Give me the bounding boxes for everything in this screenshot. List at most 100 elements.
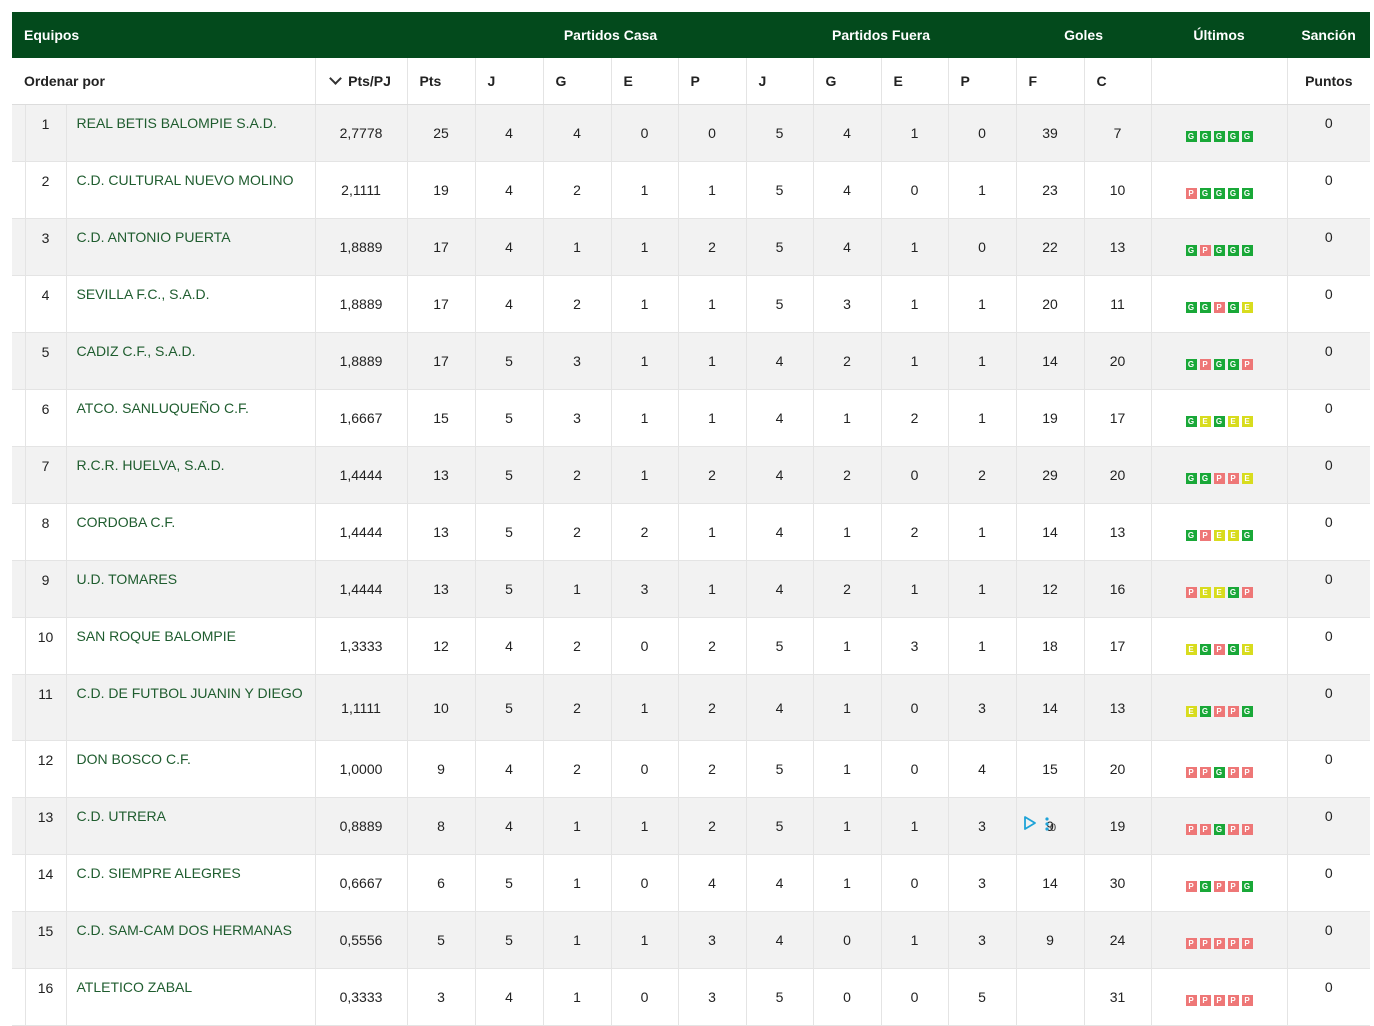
cell-fuera-j: 4: [745, 911, 814, 969]
result-badge: P: [1213, 995, 1225, 1006]
team-link[interactable]: C.D. CULTURAL NUEVO MOLINO: [77, 172, 294, 188]
result-badge: G: [1199, 644, 1211, 655]
table-row: 9 U.D. TOMARES 1,4444 13 5 1 3 1 4 2 1 1 12 16 P E E G P 0: [12, 560, 1371, 618]
team-link[interactable]: R.C.R. HUELVA, S.A.D.: [77, 457, 225, 473]
cell-fuera-p: 1: [947, 503, 1017, 561]
result-badge: G: [1199, 473, 1211, 484]
cell-ultimos: GGPGE: [1150, 275, 1288, 333]
cell-casa-j: 4: [474, 617, 544, 675]
row-marker: [12, 740, 25, 798]
cell-fuera-p: 3: [947, 674, 1017, 741]
row-marker: [12, 332, 25, 390]
cell-pts-pj: 0,8889: [314, 797, 408, 855]
col-fuera-p[interactable]: P: [947, 58, 1017, 105]
cell-goles-c: 20: [1083, 446, 1152, 504]
standings-table: Equipos Partidos Casa Partidos Fuera Gol…: [12, 12, 1371, 1026]
last-results: PEEGP: [1185, 587, 1253, 598]
header-ultimos: Últimos: [1151, 12, 1288, 58]
cell-casa-g: 2: [542, 674, 612, 741]
col-fuera-e[interactable]: E: [880, 58, 949, 105]
ad-choices-icon[interactable]: 0: [1022, 814, 1058, 836]
cell-casa-p: 2: [677, 446, 747, 504]
result-badge: P: [1213, 302, 1225, 313]
team-link[interactable]: C.D. SIEMPRE ALEGRES: [77, 865, 241, 881]
cell-goles-c: 13: [1083, 674, 1152, 741]
table-row: 8 CORDOBA C.F. 1,4444 13 5 2 2 1 4 1 2 1 14 13 G P E E G 0: [12, 503, 1371, 561]
col-fuera-g[interactable]: G: [812, 58, 882, 105]
col-goles-c[interactable]: C: [1083, 58, 1152, 105]
cell-goles-c: 24: [1083, 911, 1152, 969]
team-link[interactable]: DON BOSCO C.F.: [77, 751, 191, 767]
cell-pts-pj: 2,7778: [314, 104, 408, 162]
cell-pts: 19: [406, 161, 476, 219]
cell-ultimos: PGGGG: [1150, 161, 1288, 219]
cell-casa-j: 4: [474, 740, 544, 798]
standings-table-container: Equipos Partidos Casa Partidos Fuera Gol…: [12, 12, 1371, 1026]
cell-casa-p: 2: [677, 218, 747, 276]
cell-sancion: 0: [1286, 560, 1371, 618]
cell-fuera-e: 0: [880, 674, 949, 741]
team-link[interactable]: SAN ROQUE BALOMPIE: [77, 628, 236, 644]
team-link[interactable]: REAL BETIS BALOMPIE S.A.D.: [77, 115, 277, 131]
col-casa-g[interactable]: G: [542, 58, 612, 105]
result-badge: G: [1199, 188, 1211, 199]
result-badge: G: [1241, 188, 1253, 199]
cell-fuera-g: 1: [812, 503, 882, 561]
cell-fuera-e: 1: [880, 560, 949, 618]
col-casa-e[interactable]: E: [610, 58, 679, 105]
cell-goles-f: 23: [1015, 161, 1085, 219]
cell-casa-g: 2: [542, 617, 612, 675]
table-row: 13 C.D. UTRERA 0,8889 8 4 1 1 2 5 1 1 3 9 19 P P G P P 0: [12, 797, 1371, 855]
team-link[interactable]: C.D. DE FUTBOL JUANIN Y DIEGO: [77, 685, 303, 701]
team-link[interactable]: C.D. SAM-CAM DOS HERMANAS: [77, 922, 292, 938]
cell-sancion: 0: [1286, 617, 1371, 675]
col-goles-f[interactable]: F: [1015, 58, 1085, 105]
result-badge: G: [1227, 131, 1239, 142]
row-marker: [12, 104, 25, 162]
cell-casa-g: 2: [542, 161, 612, 219]
cell-fuera-j: 5: [745, 161, 814, 219]
cell-fuera-g: 2: [812, 446, 882, 504]
result-badge: E: [1199, 587, 1211, 598]
team-link[interactable]: CADIZ C.F., S.A.D.: [77, 343, 196, 359]
cell-goles-c: 20: [1083, 740, 1152, 798]
result-badge: G: [1185, 359, 1197, 370]
col-fuera-j[interactable]: J: [745, 58, 814, 105]
cell-pts: 13: [406, 446, 476, 504]
sort-pts-pj-button[interactable]: Pts/PJ: [314, 58, 408, 105]
team-link[interactable]: SEVILLA F.C., S.A.D.: [77, 286, 210, 302]
cell-position: 8: [24, 503, 66, 561]
result-badge: P: [1241, 587, 1253, 598]
col-casa-j[interactable]: J: [474, 58, 544, 105]
team-link[interactable]: ATLETICO ZABAL: [77, 979, 193, 995]
cell-team: SAN ROQUE BALOMPIE: [65, 617, 316, 675]
team-link[interactable]: U.D. TOMARES: [77, 571, 178, 587]
cell-fuera-g: 4: [812, 104, 882, 162]
cell-fuera-p: 1: [947, 332, 1017, 390]
cell-casa-e: 3: [610, 560, 679, 618]
col-puntos[interactable]: Puntos: [1286, 58, 1371, 105]
result-badge: G: [1199, 131, 1211, 142]
cell-fuera-e: 1: [880, 332, 949, 390]
cell-goles-c: 20: [1083, 332, 1152, 390]
cell-goles-f: 15: [1015, 740, 1085, 798]
col-pts[interactable]: Pts: [406, 58, 476, 105]
cell-casa-p: 2: [677, 740, 747, 798]
cell-casa-e: 1: [610, 218, 679, 276]
col-casa-p[interactable]: P: [677, 58, 747, 105]
team-link[interactable]: CORDOBA C.F.: [77, 514, 176, 530]
cell-fuera-e: 0: [880, 854, 949, 912]
cell-sancion: 0: [1286, 503, 1371, 561]
cell-fuera-j: 4: [745, 503, 814, 561]
team-link[interactable]: ATCO. SANLUQUEÑO C.F.: [77, 400, 249, 416]
team-link[interactable]: C.D. ANTONIO PUERTA: [77, 229, 231, 245]
result-badge: P: [1199, 245, 1211, 256]
team-link[interactable]: C.D. UTRERA: [77, 808, 166, 824]
cell-casa-e: 1: [610, 446, 679, 504]
result-badge: P: [1241, 359, 1253, 370]
cell-casa-p: 0: [677, 104, 747, 162]
cell-goles-f: 12: [1015, 560, 1085, 618]
cell-team: C.D. CULTURAL NUEVO MOLINO: [65, 161, 316, 219]
row-marker: [12, 275, 25, 333]
cell-fuera-g: 1: [812, 674, 882, 741]
